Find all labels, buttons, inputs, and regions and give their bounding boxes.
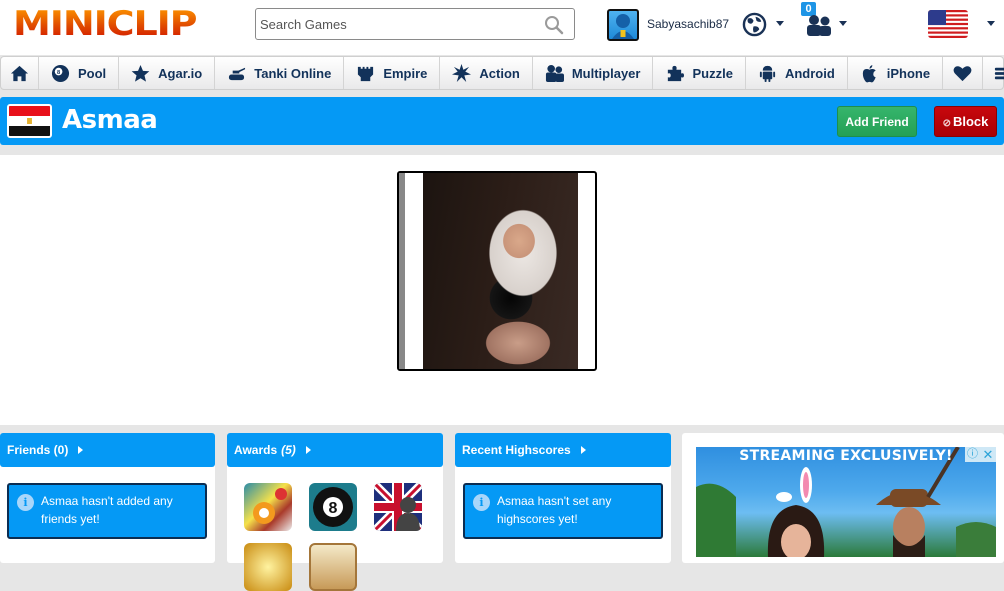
ad-info-icon[interactable]: ⓘ	[965, 447, 980, 462]
profile-name: Asmaa	[62, 105, 158, 135]
country-caret-icon[interactable]	[987, 21, 995, 26]
block-button[interactable]: ⊘ Block	[934, 106, 997, 137]
expand-arrow-icon	[580, 446, 586, 454]
photo-edge	[399, 173, 405, 369]
star-icon	[131, 64, 150, 82]
castle-icon	[358, 66, 374, 81]
nav-iphone[interactable]: iPhone	[848, 57, 944, 89]
android-icon	[759, 65, 776, 82]
highscores-panel: Recent Highscores i Asmaa hasn't set any…	[455, 433, 671, 563]
awards-panel-title: Awards	[234, 443, 278, 457]
search-box[interactable]	[255, 8, 575, 40]
nav-home[interactable]	[1, 57, 39, 89]
friends-icon[interactable]	[805, 14, 833, 36]
egypt-flag-icon	[7, 104, 52, 138]
apple-icon	[862, 64, 876, 82]
block-icon: ⊘	[942, 118, 951, 129]
profile-photo[interactable]	[397, 171, 597, 371]
award-badge[interactable]	[374, 483, 422, 531]
friends-empty-message: i Asmaa hasn't added any friends yet!	[7, 483, 207, 539]
svg-text:8: 8	[57, 69, 60, 75]
award-badge[interactable]	[244, 483, 292, 531]
users-icon	[545, 64, 564, 82]
highscores-empty-message: i Asmaa hasn't set any highscores yet!	[463, 483, 663, 539]
nav-puzzle[interactable]: Puzzle	[653, 57, 746, 89]
main-nav: 8 Pool Agar.io Tanki Online Empire Actio…	[0, 56, 1004, 90]
nav-multiplayer-label: Multiplayer	[571, 65, 641, 81]
awards-panel: Awards (5) 8	[227, 433, 443, 591]
award-badge[interactable]	[309, 543, 357, 591]
friends-caret-icon[interactable]	[839, 21, 847, 26]
nav-multiplayer[interactable]: Multiplayer	[533, 57, 654, 89]
miniclip-logo[interactable]: MINICLIP	[13, 6, 198, 42]
friends-empty-text: Asmaa hasn't added any friends yet!	[41, 494, 173, 526]
info-icon: i	[473, 494, 490, 511]
info-icon: i	[17, 494, 34, 511]
user-avatar[interactable]	[607, 9, 639, 41]
add-friend-button[interactable]: Add Friend	[837, 106, 917, 137]
us-flag-icon[interactable]	[928, 10, 968, 38]
award-badge[interactable]	[244, 543, 292, 591]
friends-panel-header[interactable]: Friends (0)	[0, 433, 215, 467]
highscores-panel-header[interactable]: Recent Highscores	[455, 433, 671, 467]
nav-agario-label: Agar.io	[158, 65, 203, 81]
highscores-empty-text: Asmaa hasn't set any highscores yet!	[497, 494, 612, 526]
nav-android[interactable]: Android	[746, 57, 848, 89]
block-label: Block	[952, 114, 989, 129]
friends-panel: Friends (0) i Asmaa hasn't added any fri…	[0, 433, 215, 563]
nav-empire-label: Empire	[383, 65, 428, 81]
puzzle-icon	[668, 65, 685, 81]
nav-action-label: Action	[479, 65, 520, 81]
nav-menu[interactable]	[983, 57, 1004, 89]
ad-headline: STREAMING EXCLUSIVELY!	[739, 448, 953, 464]
nav-empire[interactable]: Empire	[344, 57, 441, 89]
nav-iphone-label: iPhone	[886, 65, 931, 81]
nav-tanki-label: Tanki Online	[254, 65, 332, 81]
nav-favorites[interactable]	[943, 57, 984, 89]
svg-text:8: 8	[329, 500, 338, 517]
nav-puzzle-label: Puzzle	[692, 65, 733, 81]
nav-pool[interactable]: 8 Pool	[39, 57, 120, 89]
avatar-silhouette-icon	[612, 14, 634, 39]
home-icon	[10, 65, 29, 81]
nav-pool-label: Pool	[78, 65, 107, 81]
explosion-icon	[452, 63, 472, 82]
friends-panel-title: Friends (0)	[7, 443, 69, 457]
search-input[interactable]	[256, 9, 536, 39]
top-header: MINICLIP Sabyasachib87 0	[0, 0, 1004, 55]
globe-icon[interactable]	[742, 12, 767, 37]
expand-arrow-icon	[305, 446, 311, 454]
highscores-panel-title: Recent Highscores	[462, 443, 571, 457]
nav-android-label: Android	[784, 65, 835, 81]
ad-close-icon[interactable]: ✕	[980, 447, 996, 462]
username[interactable]: Sabyasachib87	[647, 17, 729, 31]
profile-photo-image	[423, 173, 578, 369]
tank-icon	[229, 67, 246, 80]
awards-count: (5)	[281, 443, 296, 457]
nav-tanki-online[interactable]: Tanki Online	[215, 57, 345, 89]
expand-arrow-icon	[78, 446, 84, 454]
heart-icon	[953, 65, 972, 81]
nav-agario[interactable]: Agar.io	[119, 57, 216, 89]
language-caret-icon[interactable]	[776, 21, 784, 26]
pool-ball-icon: 8	[51, 64, 70, 82]
advertisement[interactable]: STREAMING EXCLUSIVELY! ⓘ ✕	[696, 447, 996, 557]
nav-action[interactable]: Action	[440, 57, 533, 89]
awards-panel-header[interactable]: Awards (5)	[227, 433, 443, 467]
search-icon[interactable]	[544, 15, 564, 35]
menu-icon	[995, 67, 1004, 79]
award-badge[interactable]: 8	[309, 483, 357, 531]
